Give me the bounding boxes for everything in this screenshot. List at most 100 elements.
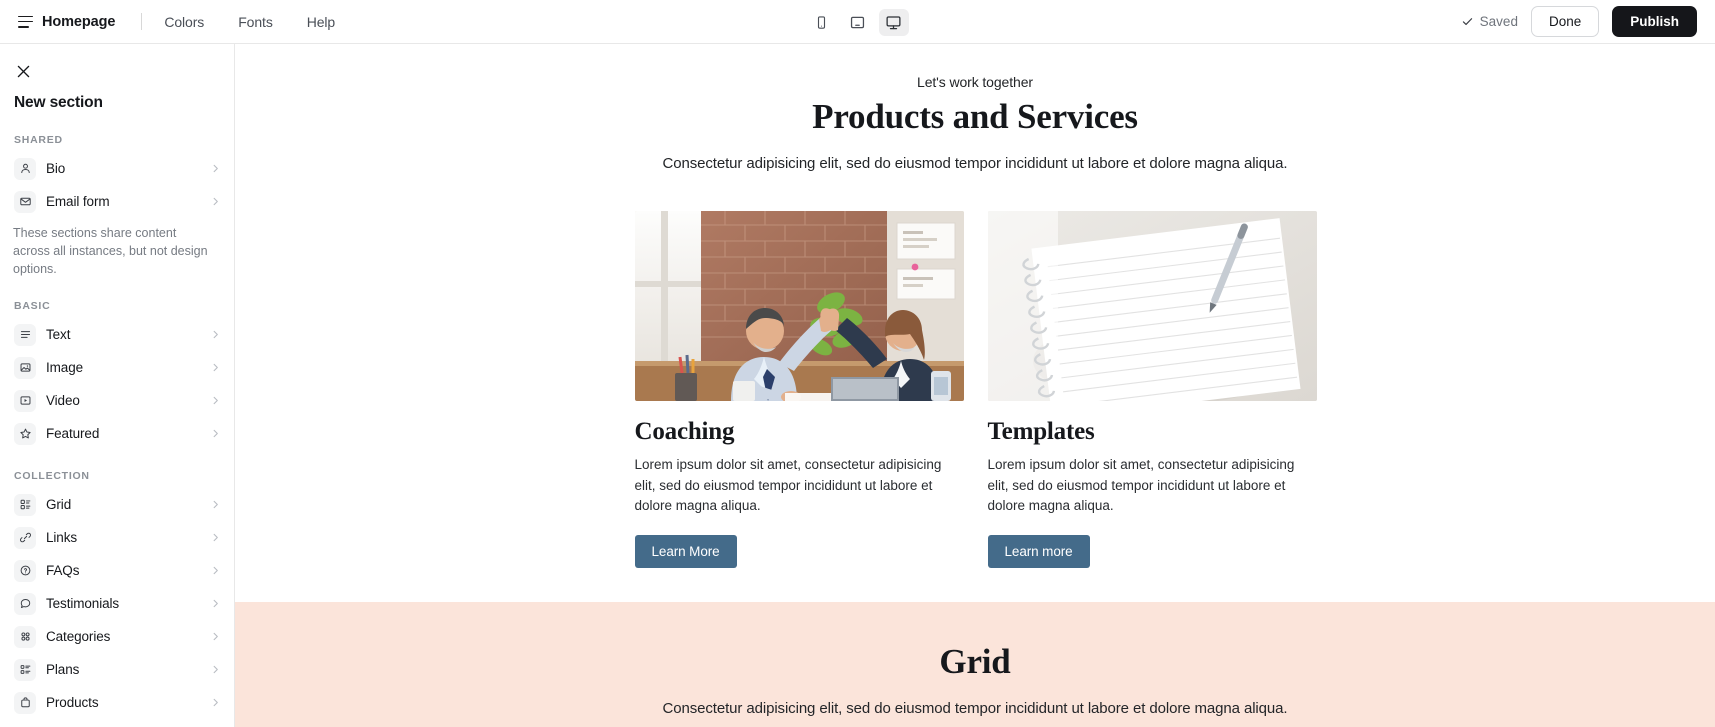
card-coaching[interactable]: Coaching Lorem ipsum dolor sit amet, con… <box>634 211 964 568</box>
sidebar-item-label: Video <box>46 393 80 409</box>
chevron-right-icon <box>211 632 220 641</box>
card-title: Coaching <box>634 418 735 446</box>
sidebar-item-label: Grid <box>46 497 72 513</box>
menu-item-colors[interactable]: Colors <box>164 14 204 30</box>
hamburger-icon[interactable] <box>18 15 33 28</box>
check-icon <box>1462 18 1472 26</box>
hero-eyebrow: Let's work together <box>917 74 1033 90</box>
chevron-right-icon <box>211 396 220 405</box>
device-toggle-mobile[interactable] <box>807 9 837 36</box>
chevron-right-icon <box>211 363 220 372</box>
close-icon[interactable] <box>10 58 36 84</box>
sidebar-item-featured[interactable]: Featured <box>8 419 226 448</box>
chevron-right-icon <box>211 533 220 542</box>
learn-more-button-templates[interactable]: Learn more <box>987 534 1090 568</box>
sidebar-item-image[interactable]: Image <box>8 353 226 382</box>
sidebar-item-label: Email form <box>46 194 110 209</box>
envelope-icon <box>14 190 36 213</box>
group-label-basic: BASIC <box>14 300 51 313</box>
toolbar-left-group: Homepage Colors Fonts Help <box>18 13 335 30</box>
sidebar-item-label: Links <box>46 530 78 546</box>
grid-icon <box>14 493 36 516</box>
device-toggle-desktop[interactable] <box>878 8 909 36</box>
toolbar-right-group: Saved Done Publish <box>1461 6 1697 37</box>
sidebar-item-text[interactable]: Text <box>8 320 226 349</box>
panel-title: New section <box>14 94 103 111</box>
learn-more-button-coaching[interactable]: Learn More <box>634 534 737 568</box>
grid-section-subtitle: Consectetur adipisicing elit, sed do eiu… <box>662 699 1288 717</box>
grid-section[interactable]: Grid Consectetur adipisicing elit, sed d… <box>235 601 1715 727</box>
sidebar-item-products[interactable]: Products <box>8 688 226 717</box>
sidebar-item-categories[interactable]: Categories <box>8 622 226 651</box>
plans-icon <box>14 658 36 681</box>
status-badge-saved: Saved <box>1461 14 1518 29</box>
chevron-right-icon <box>211 698 220 707</box>
sidebar-item-label: Plans <box>46 662 80 678</box>
chevron-right-icon <box>211 665 220 674</box>
card-templates[interactable]: Templates Lorem ipsum dolor sit amet, co… <box>987 211 1317 568</box>
card-image-templates[interactable] <box>987 211 1317 402</box>
video-play-icon <box>14 389 36 412</box>
group-label-shared: SHARED <box>14 134 63 146</box>
chevron-right-icon <box>211 566 220 575</box>
chevron-right-icon <box>211 197 220 206</box>
sidebar-item-links[interactable]: Links <box>8 523 226 552</box>
office-highfive-illustration <box>634 211 964 402</box>
body-split: New section SHARED Bio Email form These … <box>0 44 1715 727</box>
chevron-right-icon <box>211 599 220 608</box>
star-icon <box>14 422 36 445</box>
device-toggle-tablet[interactable] <box>843 9 873 36</box>
chevron-right-icon <box>211 164 220 173</box>
chevron-right-icon <box>211 330 220 339</box>
hero-subtitle: Consectetur adipisicing elit, sed do eiu… <box>662 155 1288 173</box>
new-section-panel: New section SHARED Bio Email form These … <box>0 44 235 727</box>
saved-label: Saved <box>1479 14 1518 29</box>
chevron-right-icon <box>211 500 220 509</box>
sidebar-item-email-form[interactable]: Email form <box>8 187 226 216</box>
menu-item-help[interactable]: Help <box>307 14 336 30</box>
sidebar-item-testimonials[interactable]: Testimonials <box>8 589 226 618</box>
sidebar-item-label: Text <box>46 327 71 343</box>
hero-section[interactable]: Let's work together Products and Service… <box>235 44 1715 172</box>
page-title[interactable]: Homepage <box>42 14 115 30</box>
notebook-illustration <box>987 211 1317 402</box>
sidebar-item-plans[interactable]: Plans <box>8 655 226 684</box>
speech-bubble-icon <box>14 592 36 615</box>
menu-item-fonts[interactable]: Fonts <box>238 14 273 30</box>
question-circle-icon <box>14 559 36 582</box>
sidebar-item-grid[interactable]: Grid <box>8 490 226 519</box>
cards-row: Coaching Lorem ipsum dolor sit amet, con… <box>634 211 1317 568</box>
grid-section-title: Grid <box>939 641 1011 681</box>
sidebar-item-label: Testimonials <box>46 596 120 612</box>
sidebar-item-label: Products <box>46 695 99 711</box>
sidebar-item-label: Bio <box>46 161 66 176</box>
done-button[interactable]: Done <box>1530 6 1600 37</box>
app-root: Homepage Colors Fonts Help Saved Done Pu… <box>0 0 1715 727</box>
chevron-right-icon <box>211 429 220 438</box>
shared-sections-note: These sections share content across all … <box>13 226 208 276</box>
card-title: Templates <box>987 418 1095 446</box>
publish-button[interactable]: Publish <box>1612 6 1697 37</box>
person-icon <box>14 157 36 180</box>
sidebar-item-faqs[interactable]: FAQs <box>8 556 226 585</box>
site-preview-canvas[interactable]: Let's work together Products and Service… <box>235 44 1715 727</box>
image-icon <box>14 356 36 379</box>
group-label-collection: COLLECTION <box>14 470 90 483</box>
card-body: Lorem ipsum dolor sit amet, consectetur … <box>634 457 942 514</box>
top-toolbar: Homepage Colors Fonts Help Saved Done Pu… <box>0 0 1715 44</box>
card-image-coaching[interactable] <box>634 211 964 402</box>
dots-grid-icon <box>14 625 36 648</box>
sidebar-item-label: Categories <box>46 629 111 645</box>
toolbar-divider <box>141 13 143 30</box>
text-lines-icon <box>14 323 36 346</box>
hero-title: Products and Services <box>812 97 1138 136</box>
sidebar-item-video[interactable]: Video <box>8 386 226 415</box>
sidebar-item-label: FAQs <box>46 563 80 579</box>
sidebar-item-label: Image <box>46 360 84 376</box>
sidebar-item-label: Featured <box>46 426 100 442</box>
bag-icon <box>14 691 36 714</box>
link-icon <box>14 526 36 549</box>
sidebar-item-bio[interactable]: Bio <box>8 154 226 183</box>
card-body: Lorem ipsum dolor sit amet, consectetur … <box>987 457 1295 514</box>
toolbar-menu: Colors Fonts Help <box>164 14 335 30</box>
